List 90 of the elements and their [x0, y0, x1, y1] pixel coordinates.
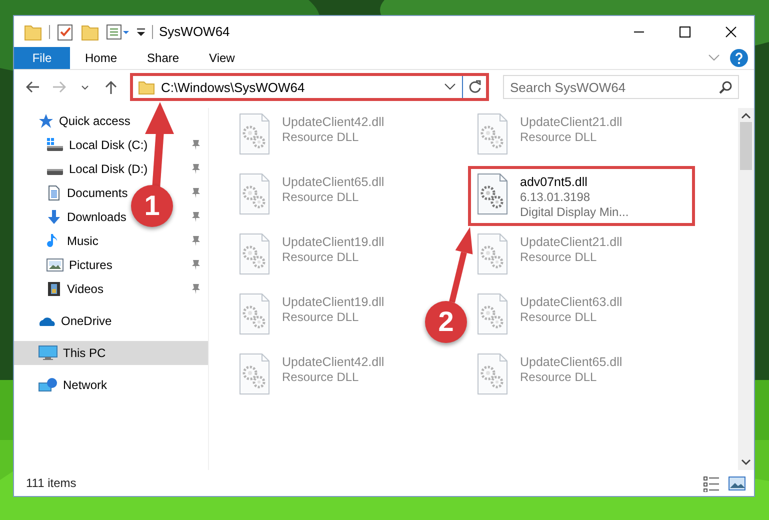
close-icon	[725, 26, 737, 38]
nav-item[interactable]: Quick access	[38, 113, 130, 129]
pin-icon[interactable]	[190, 235, 202, 247]
search-field[interactable]: Search SysWOW64	[503, 75, 739, 99]
file-version: 6.13.01.3198	[520, 190, 592, 204]
file-name[interactable]: UpdateClient21.dll	[520, 235, 622, 249]
nav-item[interactable]: Documents	[46, 185, 128, 201]
file-description: Resource DLL	[520, 310, 598, 324]
file-name[interactable]: UpdateClient42.dll	[282, 115, 384, 129]
back-arrow-icon	[26, 81, 40, 93]
pin-icon[interactable]	[190, 211, 202, 223]
expand-ribbon-icon[interactable]	[708, 54, 720, 62]
scroll-up-icon[interactable]	[741, 112, 751, 120]
file-description: Resource DLL	[520, 370, 598, 384]
up-arrow-icon	[105, 80, 117, 94]
gear-file-icon[interactable]	[239, 353, 270, 395]
maximize-icon	[679, 26, 691, 38]
file-name[interactable]: UpdateClient63.dll	[520, 295, 622, 309]
nav-item[interactable]: Local Disk (D:)	[46, 162, 148, 176]
file-description: Resource DLL	[282, 250, 360, 264]
scrollbar-thumb[interactable]	[740, 122, 752, 170]
nav-item[interactable]: Downloads	[46, 209, 126, 225]
ribbon-tab[interactable]: View	[194, 47, 250, 69]
ribbon-tab[interactable]: Home	[70, 47, 132, 69]
network-icon	[38, 377, 58, 393]
nav-item[interactable]: Videos	[46, 281, 104, 297]
scrollbar[interactable]	[738, 108, 754, 470]
help-icon[interactable]	[730, 49, 748, 67]
file-name[interactable]: UpdateClient21.dll	[520, 115, 622, 129]
search-icon[interactable]	[719, 81, 732, 94]
address-bar[interactable]: C:\Windows\SysWOW64	[132, 75, 487, 99]
nav-item[interactable]: Music	[46, 233, 98, 249]
nav-item[interactable]: Pictures	[46, 257, 112, 273]
gear-file-icon[interactable]	[239, 113, 270, 155]
pin-icon[interactable]	[190, 259, 202, 271]
gear-file-icon[interactable]	[477, 293, 508, 335]
pin-icon[interactable]	[190, 283, 202, 295]
file-description: Resource DLL	[282, 310, 360, 324]
file-description: Resource DLL	[282, 130, 360, 144]
properties-icon[interactable]	[56, 22, 74, 40]
nav-item[interactable]: Network	[38, 377, 108, 393]
gear-file-icon[interactable]	[239, 233, 270, 275]
file-description: Resource DLL	[282, 190, 360, 204]
monitor-icon	[38, 345, 58, 361]
dropdown-icon[interactable]	[136, 26, 146, 38]
gear-file-icon[interactable]	[477, 173, 508, 215]
pin-icon[interactable]	[190, 139, 202, 151]
file-description: Resource DLL	[520, 130, 598, 144]
ribbon-tab[interactable]: Share	[132, 47, 194, 69]
file-description: Resource DLL	[282, 370, 360, 384]
drive-icon	[46, 169, 64, 175]
picture-icon	[46, 257, 64, 273]
forward-arrow-icon	[52, 81, 66, 93]
film-icon	[46, 281, 62, 297]
document-icon	[46, 185, 62, 201]
refresh-icon	[468, 80, 482, 94]
star-icon	[38, 113, 54, 129]
nav-item[interactable]: Local Disk (C:)	[46, 138, 148, 152]
file-description: Resource DLL	[520, 250, 598, 264]
large-icons-view-icon[interactable]	[728, 474, 746, 492]
file-menu-tab[interactable]: File	[14, 47, 70, 69]
down-arrow-icon	[46, 209, 62, 225]
scroll-down-icon[interactable]	[741, 458, 751, 466]
file-name[interactable]: UpdateClient19.dll	[282, 295, 384, 309]
minimize-icon	[633, 30, 645, 32]
chevron-down-icon	[81, 84, 89, 90]
file-description: Digital Display Min...	[520, 205, 629, 219]
new-folder-icon[interactable]	[80, 22, 100, 40]
gear-file-icon[interactable]	[477, 113, 508, 155]
gear-file-icon[interactable]	[239, 293, 270, 335]
view-options-icon[interactable]	[106, 22, 130, 40]
file-name[interactable]: UpdateClient65.dll	[282, 175, 384, 189]
cloud-icon	[38, 315, 56, 327]
nav-item[interactable]: This PC	[38, 345, 106, 361]
item-count: 111 items	[26, 476, 78, 490]
gear-file-icon[interactable]	[477, 353, 508, 395]
drive-icon	[46, 138, 64, 152]
file-name[interactable]: adv07nt5.dll	[520, 175, 629, 189]
file-name[interactable]: UpdateClient19.dll	[282, 235, 384, 249]
file-name[interactable]: UpdateClient42.dll	[282, 355, 384, 369]
dropdown-icon[interactable]	[444, 83, 456, 91]
file-name[interactable]: UpdateClient65.dll	[520, 355, 622, 369]
gear-file-icon[interactable]	[239, 173, 270, 215]
window-title: SysWOW64	[159, 24, 231, 39]
nav-item[interactable]: OneDrive	[38, 314, 112, 328]
details-view-icon[interactable]	[703, 474, 720, 492]
gear-file-icon[interactable]	[477, 233, 508, 275]
folder-icon[interactable]	[23, 22, 43, 40]
pin-icon[interactable]	[190, 187, 202, 199]
pin-icon[interactable]	[190, 163, 202, 175]
